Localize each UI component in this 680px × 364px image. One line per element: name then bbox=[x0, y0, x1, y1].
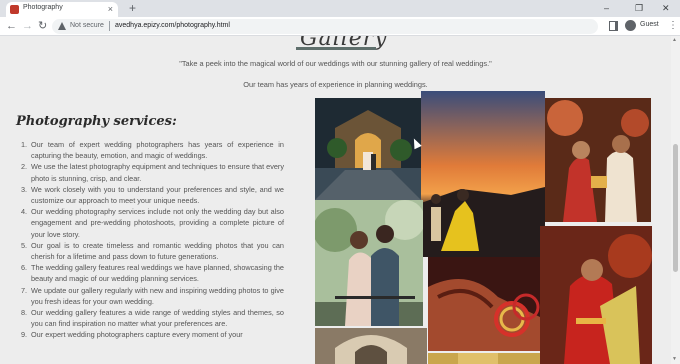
restore-button[interactable]: ❐ bbox=[635, 1, 643, 15]
url-text[interactable]: avedhya.epizy.com/photography.html bbox=[115, 22, 230, 29]
reload-button[interactable]: ↻ bbox=[38, 19, 47, 33]
new-tab-button[interactable]: + bbox=[129, 1, 136, 15]
address-bar[interactable]: Not secure avedhya.epizy.com/photography… bbox=[52, 19, 598, 34]
tab-title: Photography bbox=[23, 4, 63, 11]
url-separator bbox=[109, 21, 110, 31]
page-scrollbar[interactable]: ▲ ▼ bbox=[671, 36, 680, 364]
warning-icon[interactable] bbox=[58, 22, 66, 30]
services-title: Photography services: bbox=[16, 114, 177, 129]
list-item: 1. Our team of expert wedding photographe… bbox=[21, 140, 284, 161]
photo-archway[interactable] bbox=[315, 328, 427, 364]
site-favicon-icon bbox=[10, 5, 19, 14]
photo-embrace[interactable] bbox=[315, 200, 423, 326]
heading-underline bbox=[296, 47, 376, 50]
scroll-up-icon[interactable]: ▲ bbox=[672, 37, 677, 43]
minimize-button[interactable]: – bbox=[604, 1, 609, 15]
list-item: 9. Our expert wedding photographers captu… bbox=[21, 330, 243, 340]
intro-quote: "Take a peek into the magical world of o… bbox=[179, 59, 492, 68]
tab-close-icon[interactable]: × bbox=[108, 3, 113, 15]
forward-button[interactable]: → bbox=[22, 19, 33, 33]
photo-castle-couple[interactable] bbox=[315, 98, 421, 200]
list-item: 4. Our wedding photography services inclu… bbox=[21, 207, 284, 239]
profile-label[interactable]: Guest bbox=[640, 21, 659, 28]
photo-sunset-couple[interactable] bbox=[421, 91, 545, 257]
photo-bride-red[interactable] bbox=[540, 226, 652, 364]
tab-strip: Photography × + – ❐ ✕ bbox=[0, 0, 680, 17]
photo-ceremony[interactable] bbox=[545, 98, 651, 222]
list-item: 3. We work closely with you to understand… bbox=[21, 184, 284, 206]
intro-subtitle: Our team has years of experience in plan… bbox=[243, 80, 428, 89]
page-viewport: Gallery "Take a peek into the magical wo… bbox=[0, 36, 671, 364]
side-panel-icon[interactable] bbox=[609, 21, 618, 31]
photo-mehndi-hands[interactable] bbox=[428, 257, 540, 351]
list-item: 7. We update our gallery regularly with n… bbox=[21, 285, 284, 306]
list-item: 8. Our wedding gallery features a wide ra… bbox=[21, 308, 284, 329]
photo-bottom-right[interactable] bbox=[428, 353, 540, 364]
security-label[interactable]: Not secure bbox=[70, 22, 104, 29]
list-item: 2. We use the latest photography equipmen… bbox=[21, 162, 284, 183]
scroll-down-icon[interactable]: ▼ bbox=[672, 356, 677, 362]
browser-menu-icon[interactable]: ⋮ bbox=[668, 19, 678, 33]
list-item: 6. The wedding gallery features real wedd… bbox=[21, 263, 284, 284]
close-window-button[interactable]: ✕ bbox=[662, 1, 670, 15]
services-list: 1. Our team of expert wedding photographe… bbox=[21, 139, 284, 341]
back-button[interactable]: ← bbox=[6, 19, 17, 33]
tab-photography[interactable]: Photography × bbox=[6, 2, 118, 17]
profile-avatar-icon[interactable] bbox=[625, 20, 636, 31]
browser-toolbar: ← → ↻ Not secure avedhya.epizy.com/photo… bbox=[0, 17, 680, 36]
list-item: 5. Our goal is to create timeless and rom… bbox=[21, 240, 284, 262]
scrollbar-thumb[interactable] bbox=[673, 144, 678, 272]
